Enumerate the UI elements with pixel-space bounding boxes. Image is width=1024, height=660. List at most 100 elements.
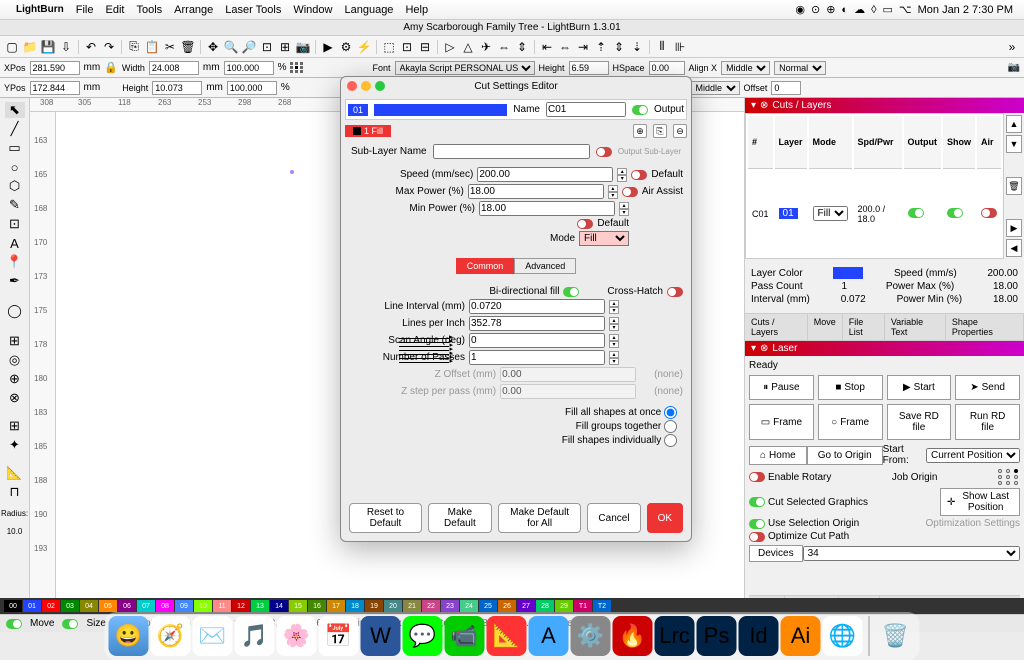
- measure-tool[interactable]: 📐: [5, 465, 25, 481]
- color-swatch-28[interactable]: 28: [536, 600, 554, 612]
- illustrator-icon[interactable]: Ai: [781, 616, 821, 656]
- color-swatch-22[interactable]: 22: [422, 600, 440, 612]
- default-toggle[interactable]: [577, 219, 593, 229]
- layer-up-button[interactable]: ▲: [1006, 115, 1022, 133]
- photos-icon[interactable]: 🌸: [277, 616, 317, 656]
- save-icon[interactable]: 💾: [40, 39, 56, 55]
- rect-tool[interactable]: ▭: [5, 140, 25, 156]
- dist-h-icon[interactable]: ⫴: [654, 39, 670, 55]
- color-swatch-17[interactable]: 17: [327, 600, 345, 612]
- status-icon[interactable]: ⊙: [811, 3, 820, 16]
- weld-tool[interactable]: ⊕: [5, 371, 25, 387]
- circle-tool[interactable]: ◯: [5, 303, 25, 319]
- menu-edit[interactable]: Edit: [106, 4, 125, 16]
- minpower-input[interactable]: [479, 201, 615, 216]
- ungroup-icon[interactable]: ⊟: [417, 39, 433, 55]
- color-swatch-08[interactable]: 08: [156, 600, 174, 612]
- cutsel-toggle[interactable]: [749, 497, 765, 507]
- maxpower-input[interactable]: [468, 184, 604, 199]
- browser-icon[interactable]: 🌐: [823, 616, 863, 656]
- modal-layer-row[interactable]: 01 Name Output: [345, 99, 687, 120]
- trash-icon[interactable]: 🗑️: [876, 616, 916, 656]
- hspace-input[interactable]: [649, 61, 685, 75]
- selectall-icon[interactable]: ⬚: [381, 39, 397, 55]
- calendar-icon[interactable]: 📅: [319, 616, 359, 656]
- zoomout-icon[interactable]: 🔎: [241, 39, 257, 55]
- color-swatch-11[interactable]: 11: [213, 600, 231, 612]
- edit-tool[interactable]: ✎: [5, 197, 25, 213]
- passes-input[interactable]: [469, 350, 605, 365]
- fill-indiv-radio[interactable]: [664, 434, 677, 447]
- nodeedit-tool[interactable]: ⊡: [5, 216, 25, 232]
- offset-input[interactable]: [771, 81, 801, 95]
- color-swatch-00[interactable]: 00: [4, 600, 22, 612]
- zoomin-icon[interactable]: 🔍: [223, 39, 239, 55]
- powermin-value[interactable]: 18.00: [993, 294, 1018, 305]
- cuts-panel-header[interactable]: ▾ ⊗ Cuts / Layers: [745, 98, 1024, 113]
- sublayer-input[interactable]: [433, 144, 590, 159]
- canvas-object[interactable]: [290, 170, 294, 174]
- align-top-icon[interactable]: ⇡: [593, 39, 609, 55]
- color-swatch-01[interactable]: 01: [23, 600, 41, 612]
- device-select[interactable]: 34: [803, 546, 1020, 561]
- tabs-tool[interactable]: ⊓: [5, 484, 25, 500]
- control-center-icon[interactable]: ⌥: [899, 3, 912, 16]
- group-icon[interactable]: ⊡: [399, 39, 415, 55]
- rotary-toggle[interactable]: [749, 472, 765, 482]
- preview-icon[interactable]: ▶: [320, 39, 336, 55]
- layer-color-swatch[interactable]: [833, 267, 863, 279]
- new-icon[interactable]: ▢: [4, 39, 20, 55]
- xpos-unit[interactable]: mm: [84, 62, 101, 73]
- makedefault-button[interactable]: Make Default: [428, 503, 492, 533]
- pct-unit2[interactable]: %: [281, 82, 290, 93]
- color-swatch-21[interactable]: 21: [403, 600, 421, 612]
- color-swatch-24[interactable]: 24: [460, 600, 478, 612]
- music-icon[interactable]: 🎵: [235, 616, 275, 656]
- status-icon[interactable]: ◉: [795, 3, 805, 16]
- tab-filelist[interactable]: File List: [843, 314, 885, 340]
- color-swatch-15[interactable]: 15: [289, 600, 307, 612]
- more-icon[interactable]: »: [1004, 39, 1020, 55]
- layer-down-button[interactable]: ▼: [1006, 135, 1022, 153]
- tab-common[interactable]: Common: [456, 258, 515, 274]
- font-select[interactable]: Akayla Script PERSONAL USE: [395, 61, 535, 75]
- runrd-button[interactable]: Run RD file: [955, 404, 1020, 440]
- oframe-button[interactable]: ○ Frame: [818, 404, 883, 440]
- clock[interactable]: Mon Jan 2 7:30 PM: [918, 4, 1013, 16]
- mail-icon[interactable]: ✉️: [193, 616, 233, 656]
- status-icon[interactable]: ⊕: [826, 3, 835, 16]
- tri-icon[interactable]: △: [460, 39, 476, 55]
- battery-icon[interactable]: ▭: [883, 3, 893, 16]
- devices-button[interactable]: Devices: [749, 545, 803, 562]
- lightburn-icon[interactable]: 🔥: [613, 616, 653, 656]
- width-input[interactable]: [149, 61, 199, 75]
- aligny-select[interactable]: Middle: [691, 81, 740, 95]
- reset-button[interactable]: Reset to Default: [349, 503, 422, 533]
- radius-value[interactable]: 10.0: [7, 527, 23, 536]
- height-pct-input[interactable]: [227, 81, 277, 95]
- layer-name-input[interactable]: [546, 102, 626, 117]
- fill-groups-radio[interactable]: [664, 420, 677, 433]
- settings-icon[interactable]: ⚙: [338, 39, 354, 55]
- menu-language[interactable]: Language: [344, 4, 393, 16]
- size-toggle[interactable]: [62, 619, 78, 629]
- facetime-icon[interactable]: 📹: [445, 616, 485, 656]
- width-pct-input[interactable]: [224, 61, 274, 75]
- optpath-toggle[interactable]: [749, 532, 765, 542]
- color-swatch-19[interactable]: 19: [365, 600, 383, 612]
- start-button[interactable]: ▶ Start: [887, 375, 952, 400]
- finder-icon[interactable]: 😀: [109, 616, 149, 656]
- mode-select[interactable]: Fill: [579, 231, 629, 246]
- import-icon[interactable]: ⇩: [58, 39, 74, 55]
- polygon-tool[interactable]: ⬡: [5, 178, 25, 194]
- color-swatch-29[interactable]: 29: [555, 600, 573, 612]
- ypos-unit[interactable]: mm: [84, 82, 101, 93]
- color-swatch-20[interactable]: 20: [384, 600, 402, 612]
- makedefaultall-button[interactable]: Make Default for All: [498, 503, 582, 533]
- color-swatch-07[interactable]: 07: [137, 600, 155, 612]
- lineint-input[interactable]: [469, 299, 605, 314]
- powermax-value[interactable]: 18.00: [993, 281, 1018, 292]
- menu-file[interactable]: File: [76, 4, 94, 16]
- width-unit[interactable]: mm: [203, 62, 220, 73]
- tab-cuts[interactable]: Cuts / Layers: [745, 314, 808, 340]
